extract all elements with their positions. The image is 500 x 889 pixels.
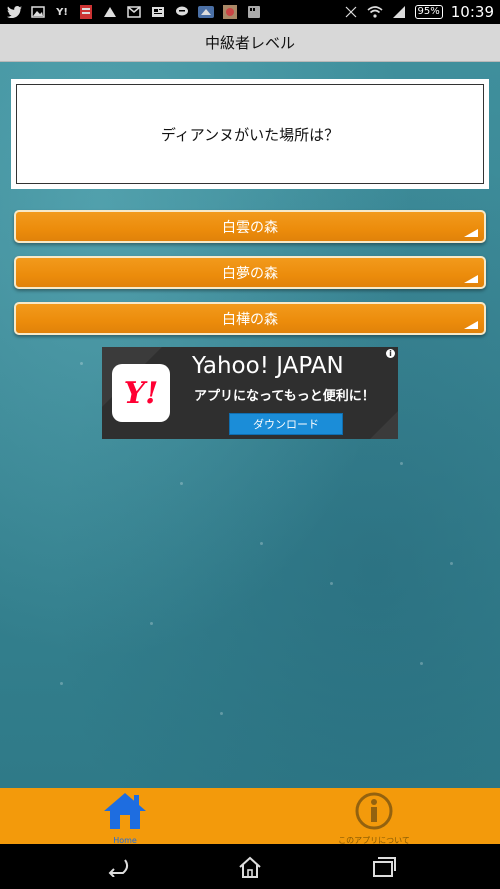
answer-label: 白樺の森 — [222, 311, 278, 328]
corner-triangle-icon — [464, 229, 478, 237]
game-icon — [222, 5, 238, 19]
ad-download-button[interactable]: ダウンロード — [229, 413, 343, 435]
yahoo-icon: Y! — [56, 6, 68, 18]
notify-icon — [102, 5, 118, 19]
ad-subtitle: アプリになってもっと便利に！ — [194, 389, 375, 404]
status-bar: Y! 95% 10:39 — [0, 0, 500, 24]
battery-indicator: 95% — [414, 5, 443, 19]
navigation-bar — [0, 844, 500, 889]
home-nav-icon[interactable] — [235, 854, 265, 880]
answer-button-2[interactable]: 白夢の森 — [14, 256, 486, 289]
back-icon[interactable] — [103, 854, 133, 880]
answer-button-3[interactable]: 白樺の森 — [14, 302, 486, 335]
app2-icon — [198, 5, 214, 19]
answer-button-1[interactable]: 白雲の森 — [14, 210, 486, 243]
ad-logo-text: Y! — [123, 375, 159, 411]
ad-info-icon[interactable]: i — [386, 349, 395, 358]
tab-home[interactable]: Home — [90, 788, 160, 845]
mail-icon — [126, 5, 142, 19]
main-content: ディアンヌがいた場所は？ 白雲の森 白夢の森 白樺の森 Y! Yahoo! JA… — [0, 62, 500, 788]
tab-about[interactable]: このアプリについて — [318, 788, 430, 845]
system-icons: 95% 10:39 — [343, 3, 494, 21]
twitter-icon — [6, 5, 22, 19]
image-icon — [30, 5, 46, 19]
corner-triangle-icon — [464, 321, 478, 329]
info-icon — [354, 792, 394, 834]
bottom-tab-bar: Home このアプリについて — [0, 788, 500, 845]
answer-label: 白雲の森 — [222, 219, 278, 236]
sd-icon — [246, 5, 262, 19]
question-box: ディアンヌがいた場所は？ — [11, 79, 489, 189]
ad-title: Yahoo! JAPAN — [192, 353, 344, 379]
ad-banner[interactable]: Y! Yahoo! JAPAN アプリになってもっと便利に！ ダウンロード i — [102, 347, 398, 439]
notification-icons: Y! — [6, 5, 262, 19]
page-title: 中級者レベル — [204, 34, 295, 52]
signal-icon — [391, 5, 407, 19]
home-icon — [102, 791, 148, 835]
app-icon — [78, 5, 94, 19]
question-text: ディアンヌがいた場所は？ — [160, 125, 340, 144]
vibrate-off-icon — [343, 5, 359, 19]
yahoo-logo-icon: Y! — [112, 364, 170, 422]
clock: 10:39 — [450, 3, 494, 21]
wifi-icon — [367, 5, 383, 19]
answer-label: 白夢の森 — [222, 265, 278, 282]
chat-icon — [174, 5, 190, 19]
news-icon — [150, 5, 166, 19]
title-bar: 中級者レベル — [0, 24, 500, 62]
recents-icon[interactable] — [369, 854, 399, 880]
corner-triangle-icon — [464, 275, 478, 283]
